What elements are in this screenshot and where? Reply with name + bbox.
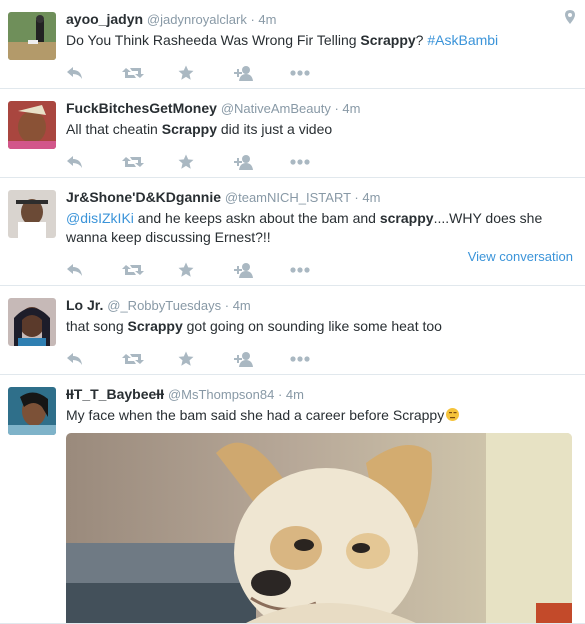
follow-icon[interactable] [234,351,290,367]
tweet-actions: View conversation [66,249,573,285]
retweet-icon[interactable] [122,263,178,277]
location-pin-icon[interactable] [565,10,575,29]
reply-icon[interactable] [66,352,122,366]
follow-icon[interactable] [234,154,290,170]
user-handle[interactable]: @NativeAmBeauty [221,101,331,116]
tweet-feed: ayoo_jadyn @jadynroyalclark · 4m Do You T… [0,0,585,624]
view-conversation-link[interactable]: View conversation [468,249,573,264]
retweet-icon[interactable] [122,352,178,366]
user-handle[interactable]: @jadynroyalclark [147,12,247,27]
more-icon[interactable] [290,356,346,362]
user-name[interactable]: ƗƗT_T_BaybeeƗƗ [66,386,164,402]
more-icon[interactable] [290,159,346,165]
reply-icon[interactable] [66,155,122,169]
follow-icon[interactable] [234,262,290,278]
tweet-header: ƗƗT_T_BaybeeƗƗ @MsThompson84 · 4m [66,385,573,404]
user-name[interactable]: Jr&Shone'D&KDgannie [66,189,221,205]
separator-dot: · [246,12,259,27]
separator-dot: · [274,387,286,402]
retweet-icon[interactable] [122,155,178,169]
favorite-icon[interactable] [178,262,234,278]
tweet[interactable]: FuckBitchesGetMoney @NativeAmBeauty · 4m… [0,89,585,178]
tweet-text: @disIZkIKi and he keeps askn about the b… [66,209,573,247]
tweet-actions [66,147,573,177]
user-name[interactable]: Lo Jr. [66,297,103,313]
separator-dot: · [330,101,343,116]
tweet-text: Do You Think Rasheeda Was Wrong Fir Tell… [66,31,573,50]
avatar[interactable] [8,298,56,346]
tweet-header: Jr&Shone'D&KDgannie @teamNICH_ISTART · 4… [66,188,573,207]
retweet-icon[interactable] [122,66,178,80]
user-handle[interactable]: @_RobbyTuesdays [107,298,221,313]
user-handle[interactable]: @teamNICH_ISTART [225,190,351,205]
highlighted-term: scrappy [379,210,434,226]
avatar[interactable] [8,101,56,149]
text-segment: ? [415,32,428,48]
avatar[interactable] [8,12,56,60]
text-segment: did its just a video [216,121,333,137]
timestamp[interactable]: 4m [362,190,380,205]
timestamp[interactable]: 4m [233,298,251,313]
separator-dot: · [350,190,363,205]
highlighted-term: Scrappy [161,121,217,137]
tweet[interactable]: Jr&Shone'D&KDgannie @teamNICH_ISTART · 4… [0,178,585,286]
highlighted-term: Scrappy [127,318,183,334]
tweet[interactable]: Lo Jr. @_RobbyTuesdays · 4m that song Scr… [0,286,585,375]
timestamp[interactable]: 4m [286,387,304,402]
favorite-icon[interactable] [178,65,234,81]
mention-link[interactable]: @disIZkIKi [66,210,134,226]
user-name[interactable]: FuckBitchesGetMoney [66,100,217,116]
tweet-header: Lo Jr. @_RobbyTuesdays · 4m [66,296,573,315]
tweet[interactable]: ayoo_jadyn @jadynroyalclark · 4m Do You T… [0,0,585,89]
timestamp[interactable]: 4m [342,101,360,116]
tweet-header: ayoo_jadyn @jadynroyalclark · 4m [66,10,573,29]
text-segment: Do You Think Rasheeda Was Wrong Fir Tell… [66,32,361,48]
avatar[interactable] [8,387,56,435]
text-segment: My face when the bam said she had a care… [66,407,445,423]
more-icon[interactable] [290,267,346,273]
user-handle[interactable]: @MsThompson84 [168,387,274,402]
highlighted-term: Scrappy [360,32,416,48]
text-segment: got going on sounding like some heat too [182,318,442,334]
tweet-photo[interactable] [66,433,572,623]
more-icon[interactable] [290,70,346,76]
follow-icon[interactable] [234,65,290,81]
user-name[interactable]: ayoo_jadyn [66,11,143,27]
tweet-text: My face when the bam said she had a care… [66,406,573,425]
separator-dot: · [221,298,233,313]
unamused-face-emoji-icon [446,408,460,421]
tweet-text: All that cheatin Scrappy did its just a … [66,120,573,139]
hashtag-link[interactable]: #AskBambi [427,32,498,48]
tweet[interactable]: ƗƗT_T_BaybeeƗƗ @MsThompson84 · 4m My face… [0,375,585,624]
tweet-header: FuckBitchesGetMoney @NativeAmBeauty · 4m [66,99,573,118]
reply-icon[interactable] [66,66,122,80]
reply-icon[interactable] [66,263,122,277]
favorite-icon[interactable] [178,154,234,170]
tweet-actions [66,58,573,88]
favorite-icon[interactable] [178,351,234,367]
tweet-actions [66,344,573,374]
text-segment: All that cheatin [66,121,162,137]
timestamp[interactable]: 4m [258,12,276,27]
avatar[interactable] [8,190,56,238]
tweet-text: that song Scrappy got going on sounding … [66,317,573,336]
text-segment: and he keeps askn about the bam and [133,210,380,226]
text-segment: that song [66,318,128,334]
